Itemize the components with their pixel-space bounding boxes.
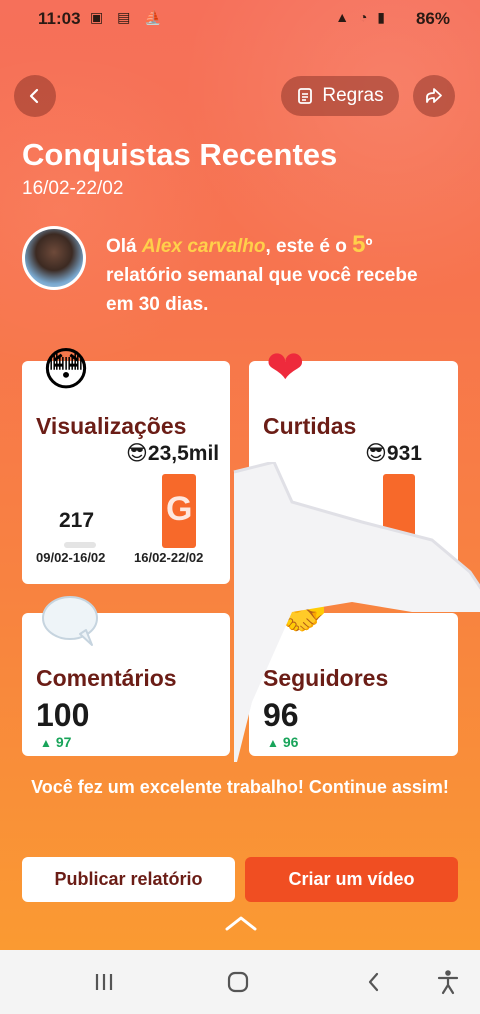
date-range: 16/02-22/02 xyxy=(22,178,124,199)
views-title: Visualizações xyxy=(36,413,187,439)
status-bar: 11:03 ▣ ▤ ⛵ ▲ ◔ ▮ 86% xyxy=(0,0,480,38)
sunglasses-emoji-icon: 😎 xyxy=(126,442,148,465)
intro-middle: , este é o xyxy=(265,236,353,257)
comments-delta: ▲ 97 xyxy=(40,734,71,750)
home-button[interactable] xyxy=(222,966,254,998)
battery-level: 86% xyxy=(415,9,450,28)
up-arrow-icon: ▲ xyxy=(40,736,52,750)
signal-icons: ▲ ◔ ▮ xyxy=(335,9,388,25)
comments-value: 100 xyxy=(36,697,90,733)
intro-end: relatório semanal que você recebe em 30 … xyxy=(106,265,418,315)
document-icon xyxy=(298,88,313,104)
publish-report-button[interactable]: Publicar relatório xyxy=(22,857,235,902)
home-icon xyxy=(227,971,249,993)
watermark-text: GB xyxy=(166,490,221,528)
rules-label: Regras xyxy=(322,85,384,106)
rules-button[interactable]: Regras xyxy=(281,76,399,116)
share-button[interactable] xyxy=(413,75,455,117)
back-nav-button[interactable] xyxy=(358,966,390,998)
views-current-value: 😎23,5mil xyxy=(126,441,219,466)
back-nav-icon xyxy=(368,972,379,992)
views-previous-range: 09/02-16/02 xyxy=(36,550,106,565)
speech-bubble-icon xyxy=(40,594,100,655)
congrats-message: Você fez um excelente trabalho! Continue… xyxy=(31,777,449,797)
page-title: Conquistas Recentes xyxy=(22,137,338,172)
report-screen: 11:03 ▣ ▤ ⛵ ▲ ◔ ▮ 86% Regras Conquistas … xyxy=(0,0,480,950)
avatar xyxy=(22,226,86,290)
accessibility-icon xyxy=(437,970,459,995)
user-name: Alex carvalho xyxy=(141,236,266,257)
views-previous-bar xyxy=(64,542,96,548)
accessibility-button[interactable] xyxy=(432,966,464,998)
recent-apps-icon xyxy=(95,974,113,990)
status-time: 11:03 xyxy=(38,9,81,28)
intro-greeting: Olá xyxy=(106,236,142,257)
comments-title: Comentários xyxy=(36,665,177,691)
heart-icon: ❤ xyxy=(266,341,305,393)
share-arrow-icon xyxy=(426,88,442,103)
likes-title: Curtidas xyxy=(263,413,357,439)
views-current-number: 23,5mil xyxy=(147,442,220,465)
views-current-range: 16/02-22/02 xyxy=(134,550,204,565)
chevron-left-icon xyxy=(29,88,39,104)
back-button[interactable] xyxy=(14,75,56,117)
astonished-face-icon: 😳 xyxy=(42,343,90,395)
views-previous-value: 217 xyxy=(59,509,95,532)
notification-icons: ▣ ▤ ⛵ xyxy=(90,9,167,25)
recent-apps-button[interactable] xyxy=(88,966,120,998)
comments-delta-value: 97 xyxy=(55,734,72,750)
system-navigation-bar xyxy=(0,950,480,1014)
ordinal-suffix: º xyxy=(365,236,373,257)
chevron-up-icon[interactable] xyxy=(224,912,258,934)
intro-text: Olá Alex carvalho, este é o 5º relatório… xyxy=(106,230,446,319)
hand-pointer-overlay-icon xyxy=(233,462,480,762)
ordinal-number: 5 xyxy=(352,231,366,258)
create-video-button[interactable]: Criar um vídeo xyxy=(245,857,458,902)
